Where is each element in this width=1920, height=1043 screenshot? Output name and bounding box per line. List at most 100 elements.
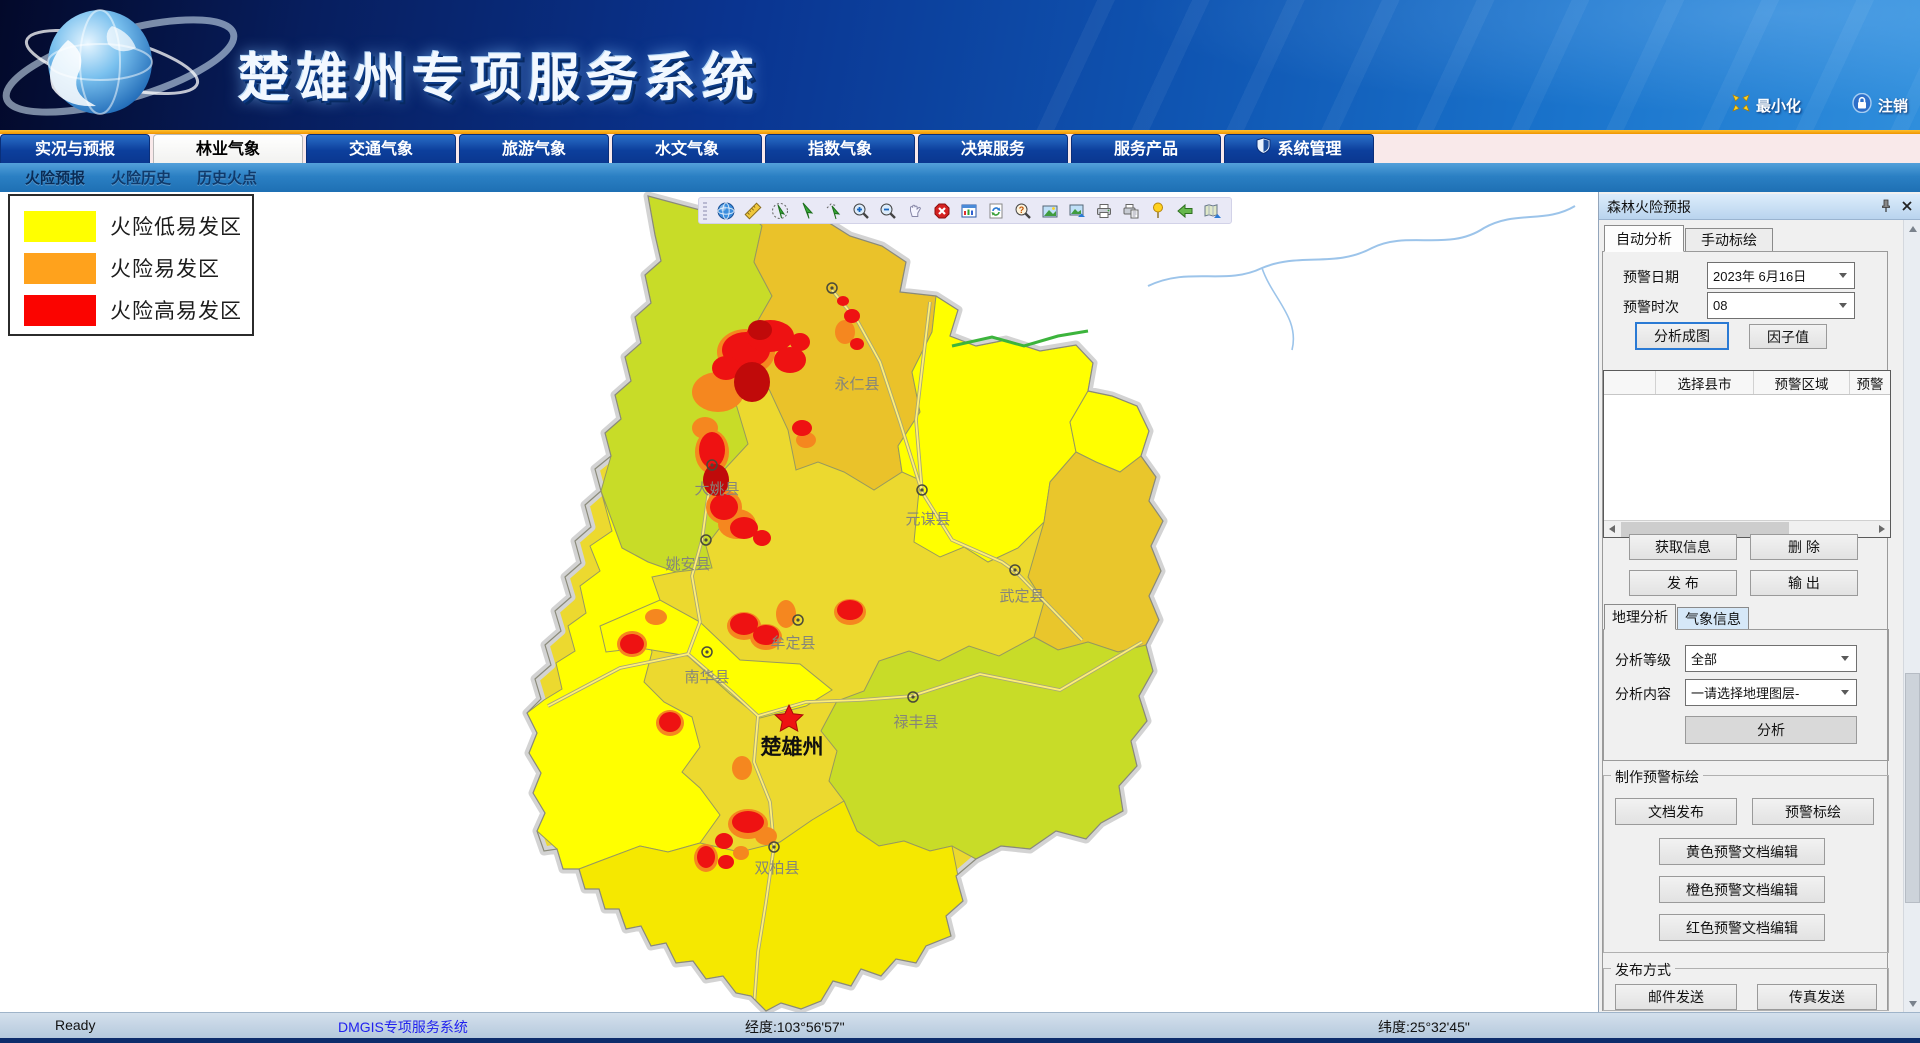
orange-warning-doc-button[interactable]: 橙色预警文档编辑: [1659, 876, 1825, 903]
scroll-up-icon[interactable]: [1904, 220, 1920, 237]
map-label: 姚安县: [665, 556, 710, 573]
print-preview-icon[interactable]: [1121, 201, 1141, 221]
export-button[interactable]: 输 出: [1750, 570, 1858, 596]
chevron-down-icon: [1841, 690, 1849, 695]
map-label: 永仁县: [834, 376, 879, 393]
scroll-down-icon[interactable]: [1904, 995, 1920, 1012]
tab-weather-info[interactable]: 气象信息: [1677, 607, 1749, 630]
map-label: 南华县: [684, 669, 729, 686]
analysis-level-select[interactable]: 全部: [1685, 645, 1857, 672]
back-arrow-icon[interactable]: [1175, 201, 1195, 221]
tab-tourism-weather[interactable]: 旅游气象: [459, 134, 609, 163]
svg-text:?: ?: [1019, 205, 1025, 215]
toolbar-grip[interactable]: [703, 202, 707, 220]
chevron-down-icon: [1839, 273, 1847, 278]
status-ready: Ready: [55, 1017, 95, 1033]
analysis-content-select[interactable]: 一请选择地理图层-: [1685, 679, 1857, 706]
tab-auto-analysis[interactable]: 自动分析: [1604, 225, 1684, 252]
get-info-button[interactable]: 获取信息: [1629, 534, 1737, 560]
publish-method-label: 发布方式: [1611, 960, 1675, 980]
status-bar: Ready DMGIS专项服务系统 经度:103°56'57" 纬度:25°32…: [0, 1012, 1920, 1038]
select-by-circle-icon[interactable]: [770, 201, 790, 221]
stop-icon[interactable]: [932, 201, 952, 221]
chart-window-icon[interactable]: [959, 201, 979, 221]
col-warning: 预警: [1850, 371, 1890, 394]
warning-list-header: 选择县市 预警区域 预警: [1604, 371, 1890, 395]
panel-title: 森林火险预报: [1599, 194, 1920, 220]
close-icon[interactable]: [1900, 199, 1916, 215]
zoom-out-icon[interactable]: [878, 201, 898, 221]
map-label: 牟定县: [770, 635, 815, 652]
map-label: 禄丰县: [893, 714, 938, 731]
image-export-icon[interactable]: [1067, 201, 1087, 221]
doc-publish-button[interactable]: 文档发布: [1615, 798, 1737, 825]
export-map-icon[interactable]: [1202, 201, 1222, 221]
col-warning-area: 预警区域: [1754, 371, 1850, 394]
map-label: 双柏县: [754, 860, 799, 877]
status-system-link[interactable]: DMGIS专项服务系统: [338, 1017, 468, 1037]
subtab-fire-risk-history[interactable]: 火险历史: [111, 167, 171, 188]
tab-system-management[interactable]: 系统管理: [1224, 134, 1374, 163]
identify-icon[interactable]: ?: [1013, 201, 1033, 221]
panel-vertical-scrollbar[interactable]: [1903, 220, 1920, 1012]
warning-time-select[interactable]: 08: [1707, 292, 1855, 319]
analyze-map-button[interactable]: 分析成图: [1635, 322, 1729, 350]
col-select: [1604, 371, 1656, 394]
main-tab-bar: 实况与预报 林业气象 交通气象 旅游气象 水文气象 指数气象 决策服务 服务产品…: [0, 134, 1920, 163]
chevron-down-icon: [1839, 303, 1847, 308]
tab-decision-service[interactable]: 决策服务: [918, 134, 1068, 163]
subtab-fire-risk-forecast[interactable]: 火险预报: [25, 167, 85, 188]
pin-marker-icon[interactable]: [1148, 201, 1168, 221]
chevron-down-icon: [1841, 656, 1849, 661]
warning-date-select[interactable]: 2023年 6月16日: [1707, 262, 1855, 289]
map-toolbar: ?: [698, 197, 1232, 224]
tab-service-products[interactable]: 服务产品: [1071, 134, 1221, 163]
subtab-historical-fire-points[interactable]: 历史火点: [197, 167, 257, 188]
map-label: 元谋县: [905, 511, 950, 528]
scroll-right-icon[interactable]: [1879, 525, 1885, 533]
legend-row-medium: 火险易发区: [24, 248, 252, 288]
tab-traffic-weather[interactable]: 交通气象: [306, 134, 456, 163]
publish-button[interactable]: 发 布: [1629, 570, 1737, 596]
analyze-button[interactable]: 分析: [1685, 716, 1857, 744]
minimize-label: 最小化: [1756, 95, 1801, 116]
scroll-left-icon[interactable]: [1609, 525, 1615, 533]
map-label: 武定县: [999, 588, 1044, 605]
scrollbar-thumb[interactable]: [1905, 673, 1920, 903]
zoom-in-icon[interactable]: [851, 201, 871, 221]
warning-plot-button[interactable]: 预警标绘: [1752, 798, 1874, 825]
fax-send-button[interactable]: 传真发送: [1757, 984, 1877, 1010]
legend-swatch-medium: [24, 253, 96, 284]
red-warning-doc-button[interactable]: 红色预警文档编辑: [1659, 914, 1825, 941]
globe-icon[interactable]: [716, 201, 736, 221]
minimize-button[interactable]: 最小化: [1732, 94, 1801, 116]
pan-hand-icon[interactable]: [905, 201, 925, 221]
tab-hydrology-weather[interactable]: 水文气象: [612, 134, 762, 163]
tab-forestry-weather[interactable]: 林业气象: [153, 134, 303, 163]
email-send-button[interactable]: 邮件发送: [1615, 984, 1737, 1010]
map-canvas[interactable]: 永仁县元谋县大姚县姚安县武定县牟定县南华县禄丰县楚雄州双柏县 火险低易发区 火险…: [0, 192, 1598, 1012]
warning-list[interactable]: 选择县市 预警区域 预警: [1603, 370, 1891, 538]
delete-button[interactable]: 删 除: [1750, 534, 1858, 560]
yellow-warning-doc-button[interactable]: 黄色预警文档编辑: [1659, 838, 1825, 865]
measure-ruler-icon[interactable]: [743, 201, 763, 221]
shield-icon: [1256, 135, 1271, 164]
minimize-icon: [1732, 94, 1750, 116]
select-by-polygon-icon[interactable]: [824, 201, 844, 221]
pin-icon[interactable]: [1879, 199, 1895, 215]
tab-live-forecast[interactable]: 实况与预报: [0, 134, 150, 163]
tab-index-weather[interactable]: 指数气象: [765, 134, 915, 163]
image-view-icon[interactable]: [1040, 201, 1060, 221]
refresh-page-icon[interactable]: [986, 201, 1006, 221]
select-feature-icon[interactable]: [797, 201, 817, 221]
tab-manual-plot[interactable]: 手动标绘: [1685, 228, 1773, 252]
logout-button[interactable]: 注销: [1852, 94, 1908, 116]
analysis-content-label: 分析内容: [1615, 684, 1671, 704]
legend-row-high: 火险高易发区: [24, 290, 252, 330]
sub-tab-bar: 火险预报 火险历史 历史火点: [0, 163, 1920, 192]
plot-group-label: 制作预警标绘: [1611, 767, 1703, 787]
analysis-level-label: 分析等级: [1615, 650, 1671, 670]
factor-value-button[interactable]: 因子值: [1749, 324, 1827, 349]
tab-geo-analysis[interactable]: 地理分析: [1604, 604, 1676, 630]
print-icon[interactable]: [1094, 201, 1114, 221]
